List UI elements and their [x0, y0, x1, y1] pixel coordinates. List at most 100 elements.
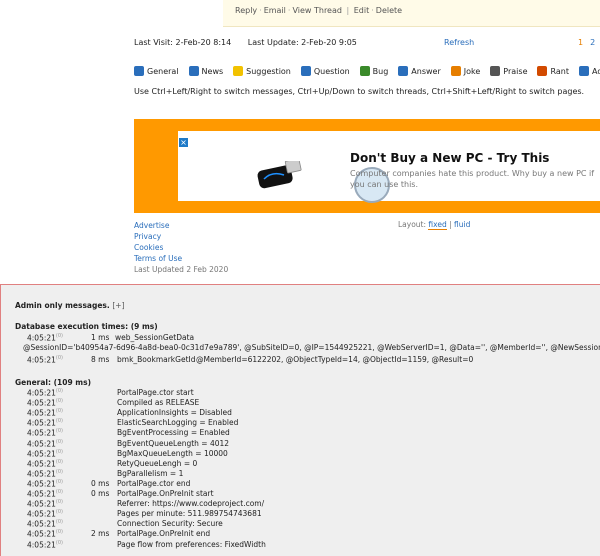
general-row-sup: (0): [55, 428, 64, 435]
admin-debug-panel: Admin only messages. [+] Database execut…: [0, 284, 600, 556]
legend-label: Admin: [591, 66, 600, 76]
email-link[interactable]: Email: [264, 6, 286, 15]
ad-banner[interactable]: ×: [134, 119, 600, 213]
praise-icon: [490, 66, 501, 76]
privacy-link[interactable]: Privacy: [134, 231, 228, 242]
separator: ·: [259, 6, 262, 15]
terms-link[interactable]: Terms of Use: [134, 253, 228, 264]
legend-label: Answer: [411, 66, 441, 76]
ad-title[interactable]: Don't Buy a New PC - Try This: [350, 151, 549, 165]
general-row-time: 4:05:21(0): [27, 478, 64, 489]
visit-info: Last Visit: 2-Feb-20 8:14 Last Update: 2…: [134, 38, 371, 47]
pagination: 12: [578, 38, 595, 47]
keyboard-hint: Use Ctrl+Left/Right to switch messages, …: [134, 87, 585, 96]
general-row-time: 4:05:21(0): [27, 489, 64, 499]
layout-fluid-link[interactable]: fluid: [454, 220, 470, 229]
legend-item-bug: Bug: [359, 66, 389, 76]
db-row-duration: 8 ms: [91, 355, 110, 364]
general-row-time: 4:05:21(0): [27, 539, 64, 550]
db-row-sup: (0): [55, 355, 64, 361]
general-row-time: 4:05:21(0): [27, 438, 64, 449]
rant-icon: [537, 66, 548, 76]
general-row-sup: (0): [55, 519, 64, 526]
last-updated: Last Updated 2 Feb 2020: [134, 265, 229, 274]
general-row-time: 4:05:21(0): [27, 408, 64, 418]
general-row-time: 4:05:21(0): [27, 448, 64, 459]
separator: |: [343, 6, 352, 15]
admin-icon: [578, 66, 589, 76]
legend-label: Bug: [372, 66, 389, 76]
separator: ·: [371, 6, 374, 15]
general-row-message: BgParallelism = 1: [117, 468, 184, 478]
layout-fixed-link[interactable]: fixed: [428, 220, 447, 230]
footer-links: Advertise Privacy Cookies Terms of Use L…: [134, 220, 228, 275]
layout-selector: Layout: fixed | fluid: [398, 220, 470, 230]
general-row-sup: (0): [55, 438, 64, 445]
separator: ·: [287, 6, 291, 15]
general-row-sup: (0): [55, 408, 64, 415]
general-row-sup: (0): [55, 529, 64, 536]
general-row-time: 4:05:21(0): [27, 418, 64, 428]
general-row-message: Pages per minute: 511.989754743681: [117, 509, 262, 519]
general-times-heading: General: (109 ms): [15, 378, 92, 387]
general-row-message: BgEventProcessing = Enabled: [117, 428, 230, 438]
news-icon: [188, 66, 199, 76]
last-visit: Last Visit: 2-Feb-20 8:14: [134, 38, 232, 47]
ad-close-icon[interactable]: ×: [179, 138, 188, 147]
reply-link[interactable]: Reply: [235, 6, 257, 15]
general-row-message: Connection Security: Secure: [117, 519, 223, 529]
db-row-params: @SessionID='b40954a7-6d96-4a8d-bea0-0c31…: [23, 343, 600, 352]
legend-item-question: Question: [300, 66, 350, 76]
reply-links: Reply · Email · View Thread | Edit · Delete: [235, 6, 402, 15]
last-update: Last Update: 2-Feb-20 9:05: [247, 38, 357, 47]
legend-item-rant: Rant: [537, 66, 569, 76]
general-row-sup: (0): [55, 388, 64, 394]
db-row-sup: (0): [55, 333, 64, 339]
general-row-time: 4:05:21(0): [27, 428, 64, 438]
edit-link[interactable]: Edit: [354, 6, 370, 15]
admin-only-label: Admin only messages.: [15, 301, 110, 310]
legend-label: Suggestion: [246, 66, 291, 76]
layout-label: Layout:: [398, 220, 427, 229]
page-1[interactable]: 1: [578, 38, 583, 47]
delete-link[interactable]: Delete: [376, 6, 402, 15]
general-row-sup: (0): [55, 458, 64, 465]
legend-label: Joke: [463, 66, 481, 76]
general-row-message: PortalPage.OnPreInit end: [117, 529, 211, 539]
general-row-sup: (0): [55, 418, 64, 425]
general-row-message: Referrer: https://www.codeproject.com/: [117, 499, 265, 509]
legend-item-suggestion: Suggestion: [233, 66, 291, 76]
general-row-sup: (0): [55, 478, 64, 485]
ad-subtitle[interactable]: Computer companies hate this product. Wh…: [350, 168, 600, 190]
view-thread-link[interactable]: View Thread: [292, 6, 342, 15]
ad-content[interactable]: [178, 131, 600, 203]
general-row-time: 4:05:21(0): [27, 398, 64, 408]
lightbulb-icon: [233, 66, 244, 76]
admin-expand-toggle[interactable]: [+]: [112, 301, 124, 310]
general-row-time: 4:05:21(0): [27, 388, 64, 398]
page-2[interactable]: 2: [590, 38, 595, 47]
cookies-link[interactable]: Cookies: [134, 242, 228, 253]
usb-stick-image: [257, 161, 302, 189]
general-row-message: PortalPage.ctor end: [117, 478, 191, 488]
legend-label: Rant: [550, 66, 569, 76]
advertise-link[interactable]: Advertise: [134, 220, 228, 231]
legend-item-general: General: [134, 66, 179, 76]
general-row-sup: (0): [55, 499, 64, 506]
general-row-time: 4:05:21(0): [27, 468, 64, 479]
db-row-time: 4:05:21(0): [27, 333, 64, 343]
legend-item-admin: Admin: [578, 66, 600, 76]
general-row-sup: (0): [55, 489, 64, 495]
db-row-duration: 1 ms: [91, 333, 110, 342]
legend-label: News: [201, 66, 224, 76]
general-row-time: 4:05:21(0): [27, 519, 64, 529]
general-row-sup: (0): [55, 468, 64, 475]
general-row-duration: 0 ms: [91, 478, 110, 488]
legend-label: General: [147, 66, 179, 76]
refresh-link[interactable]: Refresh: [444, 38, 474, 47]
answer-icon: [398, 66, 409, 76]
general-row-duration: 0 ms: [91, 489, 110, 498]
admin-only-heading: Admin only messages. [+]: [15, 301, 125, 310]
general-icon: [134, 66, 144, 76]
general-row-time: 4:05:21(0): [27, 529, 64, 539]
